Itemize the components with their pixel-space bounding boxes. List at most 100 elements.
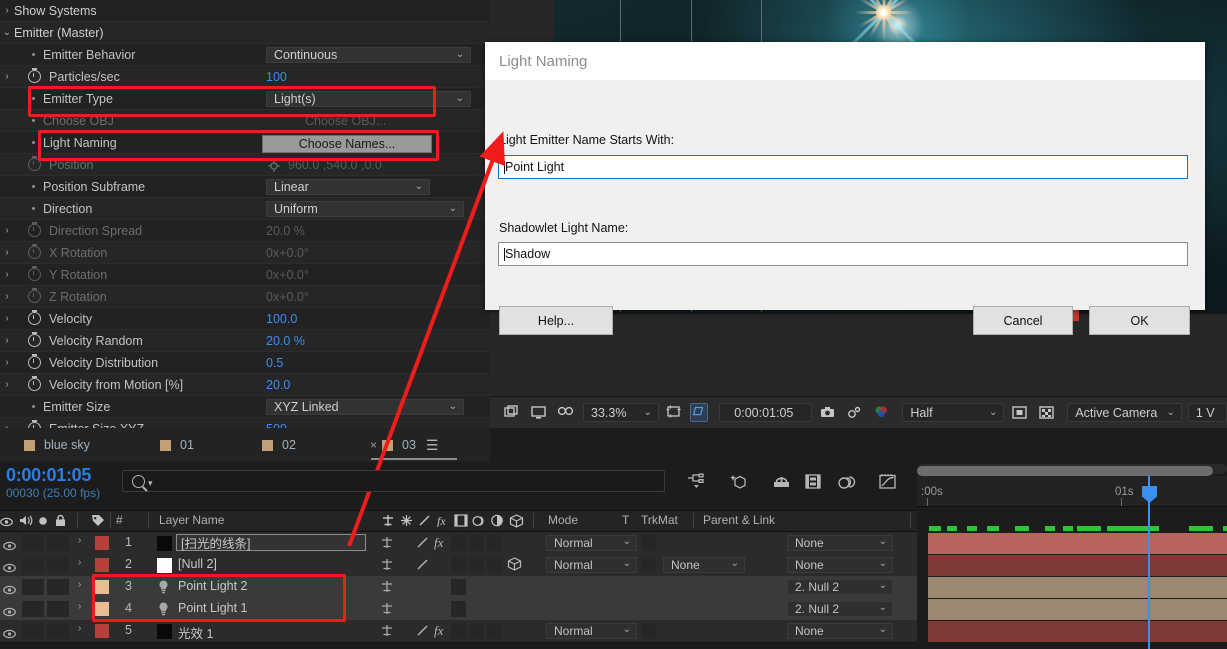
shy-icon[interactable] [837,473,856,491]
layer-switch-cell[interactable] [469,557,484,573]
composition-tabs[interactable]: blue sky 01 02 × 03 ☰ [0,428,490,463]
motion-blur-icon[interactable] [472,514,486,532]
disclosure-triangle-icon[interactable]: › [0,335,14,346]
keyframe-marker[interactable] [1063,526,1073,531]
panel-menu-icon[interactable]: ☰ [426,437,439,454]
layer-switch-cell[interactable] [47,623,69,639]
preserve-transparency-toggle[interactable] [641,557,656,573]
layer-switch-cell[interactable] [22,579,44,595]
3d-layer-icon[interactable] [507,557,522,576]
layer-duration-bar[interactable] [928,621,1227,642]
frame-blending-icon[interactable] [804,473,823,491]
time-navigator-track[interactable] [917,464,1227,476]
position-target-icon[interactable] [268,159,280,172]
layer-label-color[interactable] [95,558,109,572]
property-value[interactable]: 0x+0.0° [266,286,309,307]
layer-duration-bar[interactable] [928,533,1227,554]
adjustment-layer-icon[interactable] [490,514,504,532]
effect-property-row[interactable]: Light Naming Choose Names... [0,132,490,154]
property-value[interactable]: 20.0 [266,374,290,395]
blend-mode-select[interactable]: Normal ⌄ [546,623,637,639]
effect-property-row[interactable]: ⌄ Emitter (Master) [0,22,490,44]
disclosure-triangle-icon[interactable]: ⌄ [0,27,14,38]
layer-label-color[interactable] [95,602,109,616]
frame-blending-icon[interactable] [454,514,468,532]
video-toggle-icon[interactable] [3,560,16,573]
preserve-transparency-toggle[interactable] [641,535,656,551]
property-dropdown[interactable]: Light(s) ⌄ [266,91,471,107]
comp-tab[interactable]: 02 [262,428,296,462]
property-value[interactable]: 20.0 % [266,220,305,241]
effect-property-row[interactable]: Choose OBJ Choose OBJ... [0,110,490,132]
disclosure-triangle-icon[interactable]: › [78,623,81,634]
property-value[interactable]: 500 [266,418,287,429]
video-toggle-icon[interactable] [0,514,13,532]
choose-names-button[interactable]: Choose Names... [262,135,432,153]
effect-property-row[interactable]: › Velocity Distribution 0.5 [0,352,490,374]
disclosure-triangle-icon[interactable]: › [0,5,14,16]
show-channel-icon[interactable] [873,404,890,421]
transparency-grid-icon[interactable] [1038,404,1055,421]
parent-select[interactable]: None ⌄ [787,535,893,551]
time-navigator-thumb[interactable] [917,466,1213,476]
disclosure-triangle-icon[interactable]: › [0,225,14,236]
stopwatch-icon[interactable] [28,287,41,303]
blend-mode-select[interactable]: Normal ⌄ [546,557,637,573]
property-value[interactable]: 960.0 ,540.0 ,0.0 [288,154,382,175]
layer-switch-cell[interactable] [47,535,69,551]
effect-property-row[interactable]: › Y Rotation 0x+0.0° [0,264,490,286]
label-color-icon[interactable] [91,514,105,532]
stopwatch-icon[interactable] [28,67,41,83]
resolution-region-icon[interactable] [665,404,682,421]
ok-button[interactable]: OK [1089,306,1190,335]
layer-switch-cell[interactable] [47,601,69,617]
timeline-layer-row[interactable]: › 4 Point Light 1 2. Null 2 ⌄ [0,598,976,621]
timeline-layer-row[interactable]: › 1 [扫光的线条] fx Normal ⌄ None ⌄ [0,532,976,555]
live-update-icon[interactable] [686,473,705,491]
layer-switch-cell[interactable] [487,557,502,573]
show-snapshot-icon[interactable] [846,404,863,421]
motion-blur-icon[interactable] [772,473,791,491]
layer-switch-cell[interactable] [22,601,44,617]
quality-icon[interactable] [416,624,429,642]
effect-property-row[interactable]: › Velocity Random 20.0 % [0,330,490,352]
stopwatch-icon[interactable] [28,265,41,281]
layer-name[interactable]: Point Light 2 [178,579,248,593]
layer-name[interactable]: 光效 1 [178,623,213,642]
timeline-layer-row[interactable]: › 3 Point Light 2 2. Null 2 ⌄ [0,576,976,599]
effect-property-row[interactable]: › Particles/sec 100 [0,66,490,88]
effect-property-row[interactable]: › Direction Spread 20.0 % [0,220,490,242]
parent-select[interactable]: None ⌄ [787,623,893,639]
keyframe-marker[interactable] [1015,526,1029,531]
resolution-select[interactable]: Half ⌄ [902,403,1005,422]
camera-view-select[interactable]: Active Camera ⌄ [1067,403,1182,422]
property-value[interactable]: 20.0 % [266,330,305,351]
layer-switch-cell[interactable] [47,557,69,573]
layer-search-input[interactable]: ▾ [122,470,665,492]
keyframe-marker[interactable] [987,526,999,531]
property-dropdown[interactable]: Continuous ⌄ [266,47,471,63]
anchor-point-icon[interactable] [380,602,394,620]
layer-switch-cell[interactable] [487,535,502,551]
anchor-point-icon[interactable] [381,514,395,532]
parent-select[interactable]: 2. Null 2 ⌄ [787,579,893,595]
effects-icon[interactable]: fx [434,535,443,551]
effect-property-row[interactable]: › X Rotation 0x+0.0° [0,242,490,264]
main-monitor-icon[interactable] [530,404,547,421]
preserve-transparency-toggle[interactable] [641,623,656,639]
layer-switch-cell[interactable] [451,601,466,617]
zoom-select[interactable]: 33.3% ⌄ [583,403,659,422]
solo-toggle-icon[interactable] [37,514,49,532]
property-dropdown[interactable]: Uniform ⌄ [266,201,464,217]
video-toggle-icon[interactable] [3,538,16,551]
effect-property-row[interactable]: › Z Rotation 0x+0.0° [0,286,490,308]
layer-name[interactable]: Point Light 1 [178,601,248,615]
stopwatch-icon[interactable] [28,375,41,391]
layer-switch-cell[interactable] [451,623,466,639]
property-value[interactable]: 100 [266,66,287,87]
3d-layer-icon[interactable] [509,514,524,533]
track-matte-select[interactable]: None ⌄ [663,557,745,573]
take-snapshot-icon[interactable] [819,404,836,421]
anchor-point-icon[interactable] [380,624,394,642]
comp-tab[interactable]: × 03 ☰ [370,428,438,462]
